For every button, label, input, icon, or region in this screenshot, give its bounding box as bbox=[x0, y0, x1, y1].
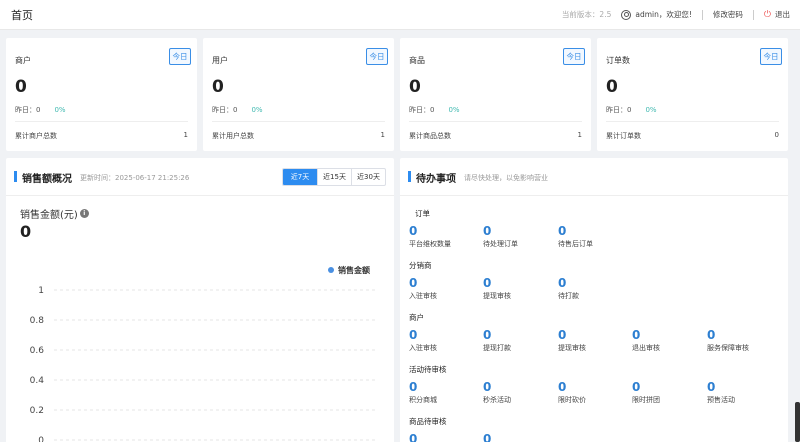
legend-label[interactable]: 销售金额 bbox=[338, 265, 370, 275]
sales-amount-label: 销售金额(元) i bbox=[20, 206, 89, 221]
todo-group-merchants: 商户 bbox=[409, 313, 424, 322]
todo-item[interactable]: 0 入驻审核 bbox=[409, 328, 484, 353]
y-tick-label: 0 bbox=[38, 436, 44, 442]
stat-percent: 0% bbox=[54, 106, 66, 114]
today-button[interactable]: 今日 bbox=[760, 48, 782, 65]
tab-7-days[interactable]: 近7天 bbox=[283, 169, 317, 185]
welcome-text[interactable]: admin，欢迎您! bbox=[635, 9, 692, 20]
stat-title: 用户 bbox=[212, 56, 228, 65]
stat-value: 0 bbox=[212, 77, 224, 97]
header-actions: 当前版本：2.5 admin，欢迎您! 修改密码 ⏻ 退出 bbox=[562, 9, 790, 20]
stat-yesterday: 昨日：0 0% bbox=[212, 106, 263, 114]
logout-link[interactable]: 退出 bbox=[775, 9, 790, 20]
todo-panel: 待办事项 请尽快处理，以免影响营业 订单 0 平台维权数量 0 待处理订单 0 待售后… bbox=[400, 158, 788, 442]
todo-item[interactable]: 0 秒杀活动 bbox=[483, 380, 558, 405]
todo-item[interactable]: 0 退出审核 bbox=[632, 328, 707, 353]
todo-item[interactable]: 0 入驻审核 bbox=[409, 276, 484, 301]
todo-item[interactable]: 0 限时拼团 bbox=[632, 380, 707, 405]
sales-panel: 销售额概况 更新时间：2025-06-17 21:25:26 近7天 近15天 … bbox=[6, 158, 394, 442]
stat-percent: 0% bbox=[645, 106, 657, 114]
divider bbox=[752, 9, 754, 20]
today-button[interactable]: 今日 bbox=[366, 48, 388, 65]
updated-time: 更新时间：2025-06-17 21:25:26 bbox=[80, 174, 190, 182]
todo-item[interactable]: 0 待处理订单 bbox=[483, 224, 558, 249]
todo-item[interactable]: 0 积分商城 bbox=[409, 380, 484, 405]
y-tick-label: 0.6 bbox=[30, 346, 45, 356]
todo-group-activities: 活动待审核 bbox=[409, 365, 447, 374]
sales-chart: 1 0.8 0.6 0.4 0.2 0 销售金额 bbox=[30, 265, 376, 442]
todo-group-distributors: 分销商 bbox=[409, 261, 432, 270]
stat-percent: 0% bbox=[448, 106, 460, 114]
title-marker bbox=[14, 171, 17, 182]
stat-percent: 0% bbox=[251, 106, 263, 114]
sales-title: 销售额概况 bbox=[22, 174, 72, 185]
stat-footer: 累计商户总数 1 bbox=[15, 131, 188, 140]
stat-value: 0 bbox=[409, 77, 421, 97]
power-icon[interactable]: ⏻ bbox=[764, 10, 771, 20]
stat-title: 商户 bbox=[15, 56, 31, 65]
sales-amount-value: 0 bbox=[20, 222, 32, 241]
y-tick-label: 0.4 bbox=[30, 376, 45, 386]
stat-value: 0 bbox=[15, 77, 27, 97]
y-tick-label: 0.8 bbox=[30, 316, 45, 326]
stat-card-merchants: 商户 今日 0 昨日：0 0% 累计商户总数 1 bbox=[6, 38, 197, 151]
legend-marker[interactable] bbox=[328, 267, 334, 273]
todo-item[interactable]: 0 待售后订单 bbox=[558, 224, 633, 249]
divider bbox=[212, 121, 385, 122]
title-marker bbox=[408, 171, 411, 182]
todo-item[interactable]: 0 预售活动 bbox=[707, 380, 782, 405]
stat-card-products: 商品 今日 0 昨日：0 0% 累计商品总数 1 bbox=[400, 38, 591, 151]
todo-group-orders: 订单 bbox=[415, 209, 430, 218]
divider bbox=[606, 121, 779, 122]
version-label: 当前版本：2.5 bbox=[561, 10, 612, 19]
stat-card-orders: 订单数 今日 0 昨日：0 0% 累计订单数 0 bbox=[597, 38, 788, 151]
sales-panel-header: 销售额概况 更新时间：2025-06-17 21:25:26 近7天 近15天 … bbox=[6, 158, 394, 196]
todo-item[interactable]: 0 提现审核 bbox=[483, 276, 558, 301]
todo-item[interactable]: 0 限时砍价 bbox=[558, 380, 633, 405]
stat-card-users: 用户 今日 0 昨日：0 0% 累计用户总数 1 bbox=[203, 38, 394, 151]
todo-item[interactable]: 0 平台维权数量 bbox=[409, 224, 484, 249]
scrollbar-thumb[interactable] bbox=[795, 402, 800, 442]
todo-item[interactable]: 0 服务保障审核 bbox=[707, 328, 782, 353]
top-header: 首页 当前版本：2.5 admin，欢迎您! 修改密码 ⏻ 退出 bbox=[0, 0, 800, 30]
stat-title: 商品 bbox=[409, 56, 425, 65]
todo-title: 待办事项 bbox=[416, 174, 456, 185]
y-tick-label: 1 bbox=[38, 286, 44, 296]
todo-group-products: 商品待审核 bbox=[409, 417, 447, 426]
user-icon bbox=[621, 9, 632, 20]
todo-item[interactable]: 0 提现打款 bbox=[483, 328, 558, 353]
divider bbox=[409, 121, 582, 122]
stat-yesterday: 昨日：0 0% bbox=[15, 106, 66, 114]
range-tabs: 近7天 近15天 近30天 bbox=[282, 168, 386, 186]
divider bbox=[15, 121, 188, 122]
tab-15-days[interactable]: 近15天 bbox=[317, 169, 351, 185]
y-tick-label: 0.2 bbox=[30, 406, 44, 416]
page-title: 首页 bbox=[11, 9, 33, 22]
todo-panel-header: 待办事项 请尽快处理，以免影响营业 bbox=[400, 158, 788, 196]
stat-footer: 累计用户总数 1 bbox=[212, 131, 385, 140]
todo-subtitle: 请尽快处理，以免影响营业 bbox=[464, 174, 548, 182]
info-icon[interactable]: i bbox=[79, 209, 89, 218]
stat-yesterday: 昨日：0 0% bbox=[409, 106, 460, 114]
todo-item[interactable]: 0 bbox=[483, 432, 558, 442]
stat-footer: 累计商品总数 1 bbox=[409, 131, 582, 140]
stat-yesterday: 昨日：0 0% bbox=[606, 106, 657, 114]
todo-item[interactable]: 0 bbox=[409, 432, 484, 442]
stat-title: 订单数 bbox=[606, 56, 630, 65]
todo-item[interactable]: 0 提现审核 bbox=[558, 328, 633, 353]
today-button[interactable]: 今日 bbox=[169, 48, 191, 65]
stat-footer: 累计订单数 0 bbox=[606, 131, 779, 140]
today-button[interactable]: 今日 bbox=[563, 48, 585, 65]
todo-item[interactable]: 0 待打款 bbox=[558, 276, 633, 301]
stat-value: 0 bbox=[606, 77, 618, 97]
tab-30-days[interactable]: 近30天 bbox=[351, 169, 385, 185]
divider bbox=[701, 9, 703, 20]
change-password-link[interactable]: 修改密码 bbox=[713, 9, 743, 20]
